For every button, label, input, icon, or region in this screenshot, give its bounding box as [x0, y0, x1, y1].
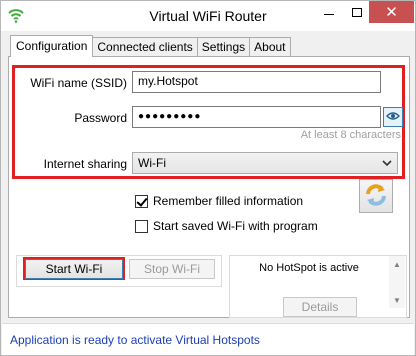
internet-sharing-label: Internet sharing — [43, 157, 127, 171]
hotspot-status-text: No HotSpot is active — [259, 262, 359, 274]
scroll-down-icon[interactable]: ▼ — [389, 292, 405, 308]
status-bar: Application is ready to activate Virtual… — [2, 323, 414, 355]
ssid-input[interactable]: my.Hotspot — [132, 71, 381, 93]
start-saved-checkbox[interactable] — [135, 219, 148, 233]
close-icon: ✕ — [385, 4, 398, 21]
start-saved-label: Start saved Wi-Fi with program — [153, 219, 318, 233]
tab-settings[interactable]: Settings — [196, 37, 251, 57]
details-button[interactable]: Details — [283, 297, 357, 317]
stop-wifi-button[interactable]: Stop Wi-Fi — [129, 259, 215, 279]
status-message: Application is ready to activate Virtual… — [10, 333, 260, 347]
minimize-button[interactable] — [315, 1, 343, 23]
maximize-button[interactable] — [343, 1, 371, 23]
remember-label: Remember filled information — [153, 194, 304, 208]
internet-sharing-select[interactable]: Wi-Fi — [132, 152, 398, 174]
configuration-panel: WiFi name (SSID) my.Hotspot Password ●●●… — [8, 56, 410, 318]
chevron-down-icon — [382, 157, 392, 171]
close-button[interactable]: ✕ — [369, 1, 414, 23]
ssid-label: WiFi name (SSID) — [30, 76, 127, 90]
password-input[interactable]: ●●●●●●●●● — [132, 106, 381, 128]
remember-checkbox[interactable] — [135, 194, 148, 208]
eye-icon — [386, 110, 400, 124]
title-bar: Virtual WiFi Router ✕ — [1, 1, 415, 31]
internet-sharing-value: Wi-Fi — [138, 156, 166, 170]
app-window: Virtual WiFi Router ✕ Configuration Conn… — [0, 0, 416, 356]
remember-row[interactable]: Remember filled information — [135, 194, 303, 208]
show-password-button[interactable] — [383, 107, 403, 127]
password-label: Password — [74, 111, 127, 125]
password-hint: At least 8 characters — [300, 129, 401, 141]
refresh-icon — [363, 182, 389, 211]
hotspot-status-scrollbar[interactable]: ▲ ▼ — [389, 256, 405, 308]
start-wifi-button[interactable]: Start Wi-Fi — [25, 259, 123, 279]
maximize-icon — [352, 7, 362, 17]
tab-strip: Configuration Connected clients Settings… — [10, 35, 291, 57]
minimize-icon — [324, 13, 334, 15]
start-saved-row[interactable]: Start saved Wi-Fi with program — [135, 219, 318, 233]
scroll-up-icon[interactable]: ▲ — [389, 256, 405, 272]
tab-configuration[interactable]: Configuration — [10, 35, 94, 57]
tab-about[interactable]: About — [249, 37, 291, 57]
refresh-button[interactable] — [359, 179, 393, 213]
tab-connected-clients[interactable]: Connected clients — [92, 37, 198, 57]
